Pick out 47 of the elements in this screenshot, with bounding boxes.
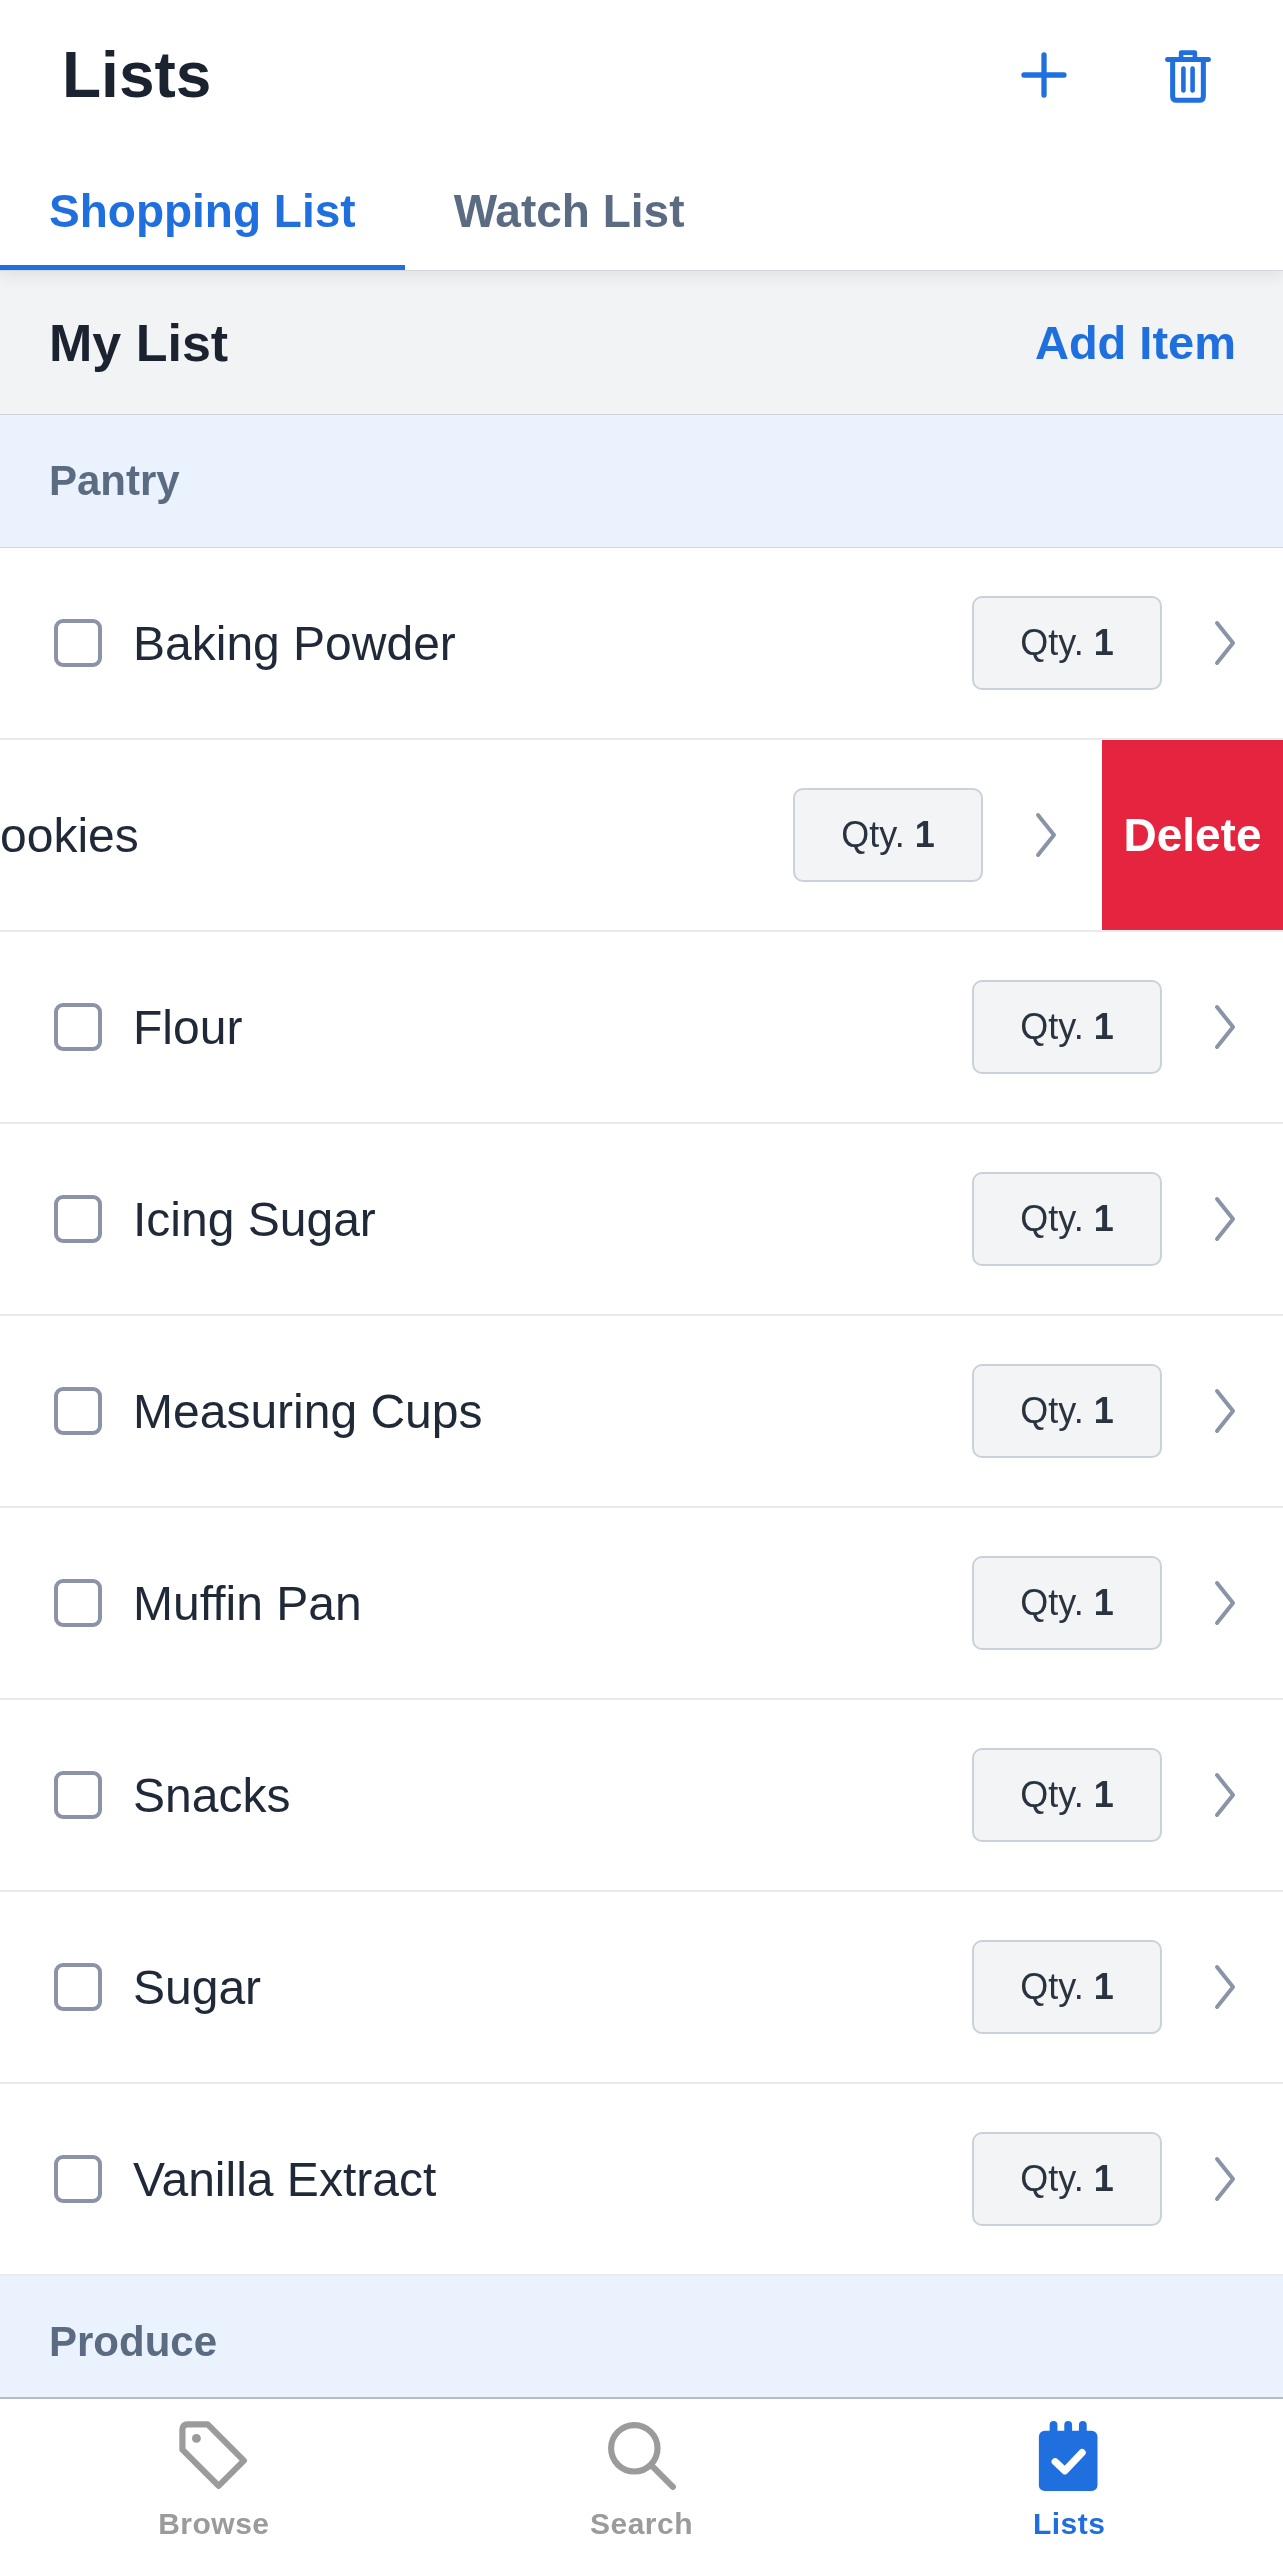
tab-bar-item[interactable]: Lists: [855, 2399, 1283, 2572]
quantity-button[interactable]: Qty. 1: [972, 1748, 1162, 1842]
checkbox[interactable]: [54, 1003, 102, 1051]
chevron-right-icon: [1213, 2155, 1237, 2203]
page-title: Lists: [62, 43, 213, 107]
item-name: Icing Sugar: [133, 1191, 377, 1247]
quantity-button[interactable]: Qty. 1: [972, 980, 1162, 1074]
checkbox[interactable]: [54, 1963, 102, 2011]
chevron-right-icon: [1213, 619, 1237, 667]
chevron-right-icon: [1213, 1003, 1237, 1051]
chevron-right-icon: [1213, 1387, 1237, 1435]
checkbox[interactable]: [54, 1771, 102, 1819]
tab[interactable]: Watch List: [404, 150, 734, 270]
chevron-right-icon: [1213, 1579, 1237, 1627]
item-name: Sugar: [133, 1959, 263, 2015]
item-name: Muffin Pan: [133, 1575, 363, 1631]
item-name: Snacks: [133, 1767, 292, 1823]
trash-icon[interactable]: [1165, 47, 1211, 103]
tag-icon: [178, 2421, 249, 2491]
search-icon: [606, 2421, 677, 2491]
item-name: Measuring Cups: [133, 1383, 484, 1439]
quantity-button[interactable]: Qty. 1: [972, 2132, 1162, 2226]
quantity-button[interactable]: Qty. 1: [972, 1364, 1162, 1458]
checkbox[interactable]: [54, 1579, 102, 1627]
quantity-button[interactable]: Qty. 1: [793, 788, 983, 882]
item-name: ookies: [0, 807, 140, 863]
chevron-right-icon: [1034, 811, 1058, 859]
section-header: Pantry: [0, 415, 1283, 548]
checkbox[interactable]: [54, 1195, 102, 1243]
checkbox[interactable]: [54, 619, 102, 667]
checkbox[interactable]: [54, 1387, 102, 1435]
delete-button[interactable]: Delete: [1102, 740, 1283, 930]
checkbox[interactable]: [54, 2155, 102, 2203]
quantity-button[interactable]: Qty. 1: [972, 1940, 1162, 2034]
quantity-button[interactable]: Qty. 1: [972, 1556, 1162, 1650]
add-item-button[interactable]: Add Item: [1034, 315, 1236, 370]
plus-icon[interactable]: [1021, 52, 1067, 98]
chevron-right-icon: [1213, 1771, 1237, 1819]
chevron-right-icon: [1213, 1195, 1237, 1243]
item-name: Flour: [133, 999, 244, 1055]
list-title: My List: [49, 312, 229, 373]
quantity-button[interactable]: Qty. 1: [972, 1172, 1162, 1266]
quantity-button[interactable]: Qty. 1: [972, 596, 1162, 690]
item-name: Baking Powder: [133, 615, 457, 671]
item-name: Vanilla Extract: [133, 2151, 438, 2207]
chevron-right-icon: [1213, 1963, 1237, 2011]
section-header: Produce: [0, 2276, 1283, 2397]
